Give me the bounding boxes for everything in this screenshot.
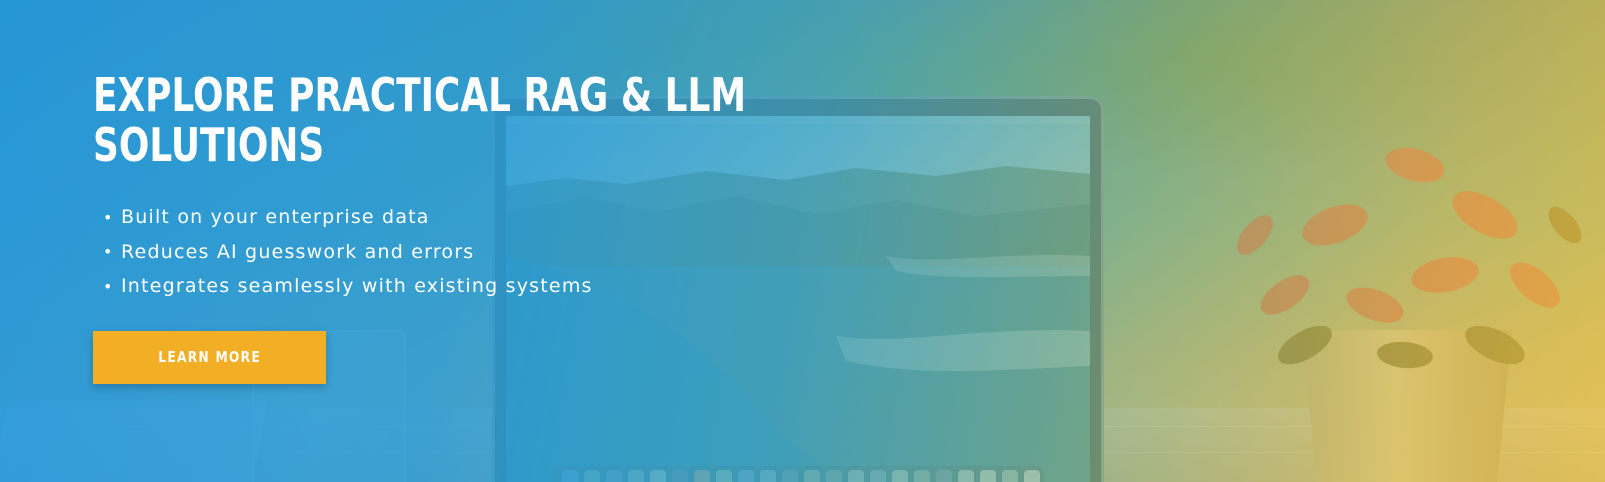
feature-item: • Integrates seamlessly with existing sy… xyxy=(93,269,773,304)
feature-item: • Built on your enterprise data xyxy=(93,200,773,235)
bullet-dot-icon: • xyxy=(103,242,114,262)
feature-item-label: Integrates seamlessly with existing syst… xyxy=(121,275,593,298)
bullet-dot-icon: • xyxy=(103,276,114,296)
feature-item-label: Reduces AI guesswork and errors xyxy=(121,240,475,263)
bullet-dot-icon: • xyxy=(103,207,114,227)
feature-list: • Built on your enterprise data • Reduce… xyxy=(93,200,773,304)
hero-content: EXPLORE PRACTICAL RAG & LLM SOLUTIONS • … xyxy=(93,70,773,384)
hero-headline: EXPLORE PRACTICAL RAG & LLM SOLUTIONS xyxy=(93,68,747,172)
learn-more-button[interactable]: LEARN MORE xyxy=(93,330,326,384)
learn-more-button-label: LEARN MORE xyxy=(158,348,261,366)
hero-banner: EXPLORE PRACTICAL RAG & LLM SOLUTIONS • … xyxy=(0,0,1605,482)
feature-item-label: Built on your enterprise data xyxy=(121,206,430,229)
feature-item: • Reduces AI guesswork and errors xyxy=(93,235,773,270)
